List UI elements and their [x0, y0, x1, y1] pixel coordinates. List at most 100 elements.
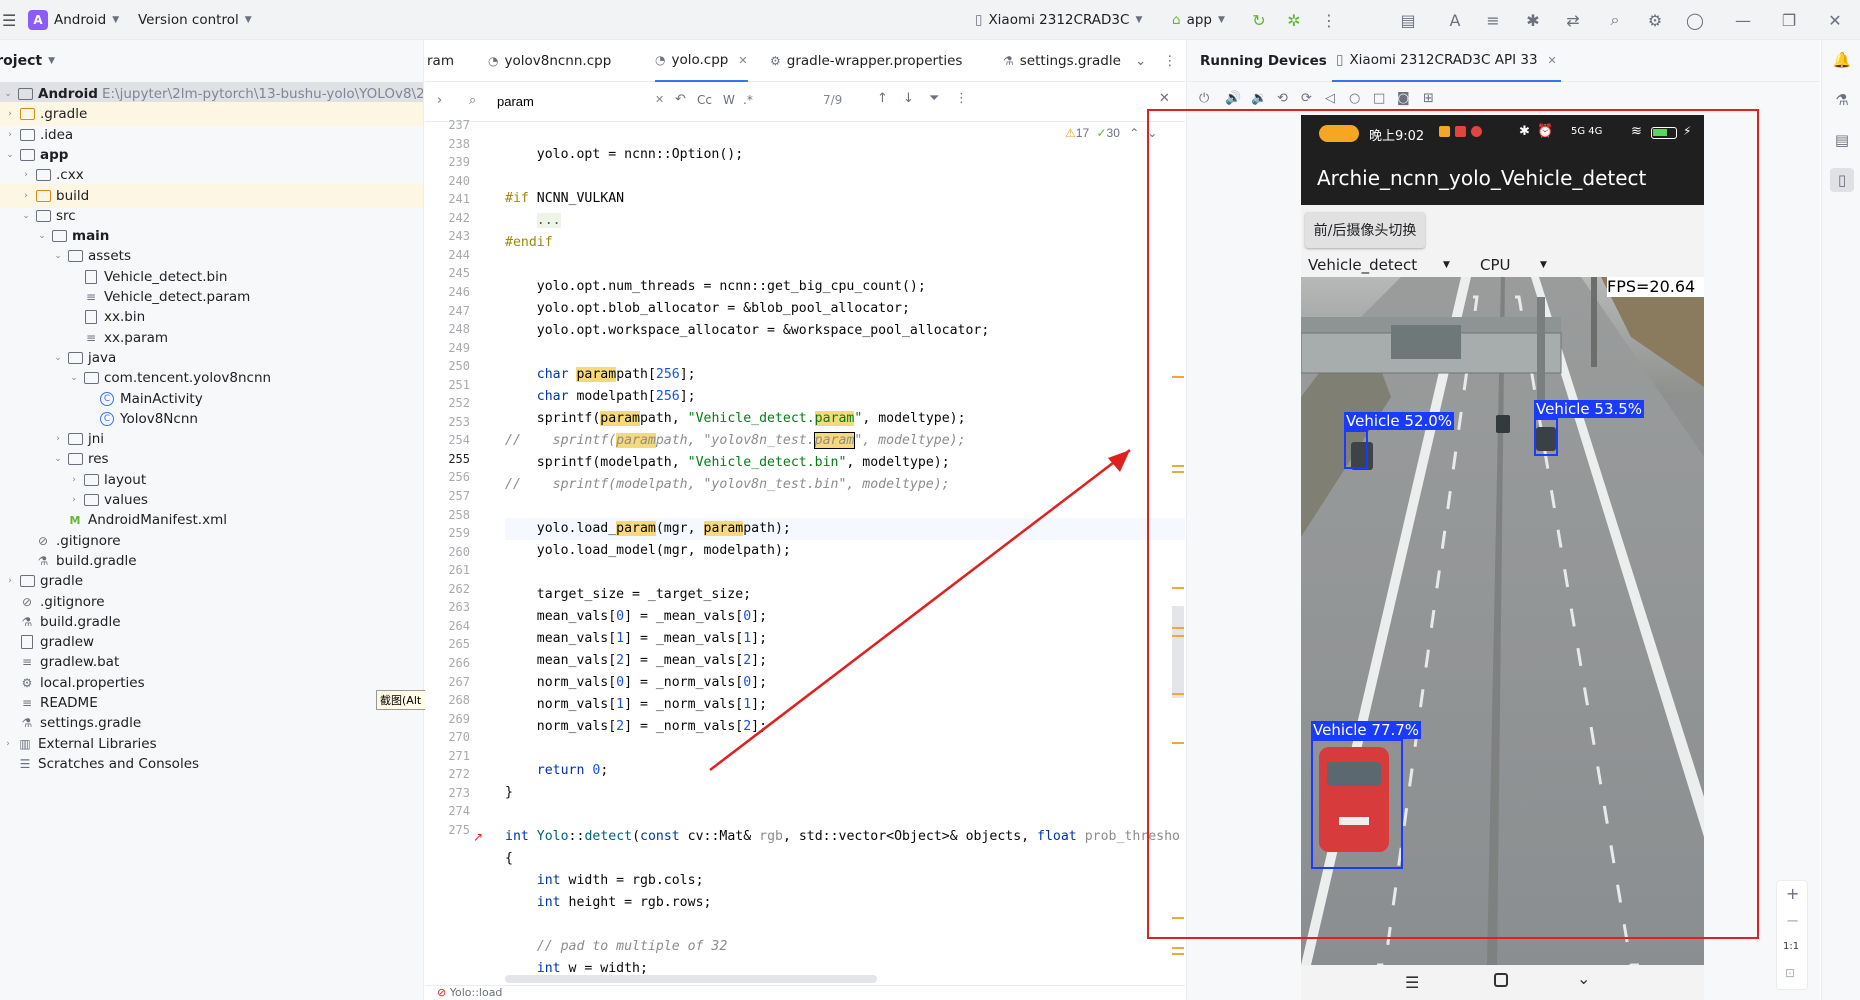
- arrow-up-icon[interactable]: ↑: [877, 91, 888, 106]
- code-line: yolo.opt.workspace_allocator = &workspac…: [505, 323, 990, 338]
- back-chevron-icon[interactable]: ⌄: [1577, 969, 1590, 988]
- vcs-widget[interactable]: Version control ▼: [138, 0, 252, 40]
- cpp-file-icon: ◔: [655, 53, 666, 67]
- home-icon[interactable]: ○: [1349, 91, 1360, 106]
- chevron-down-icon[interactable]: ⌄: [66, 373, 82, 383]
- plugin-icon[interactable]: ✱: [1521, 8, 1545, 32]
- zoom-out-icon[interactable]: −: [1786, 911, 1799, 930]
- chevron-down-icon[interactable]: ⌄: [50, 454, 66, 464]
- rotate-right-icon[interactable]: ⟳: [1301, 91, 1312, 106]
- search-icon: ⌕: [469, 93, 477, 108]
- clear-icon[interactable]: ✕: [655, 93, 664, 106]
- device-manager-icon[interactable]: ▤: [1396, 8, 1420, 32]
- run-config-name: app: [1186, 12, 1212, 28]
- tab-yolov8ncnn-cpp[interactable]: ◔ yolov8ncnn.cpp: [488, 40, 611, 82]
- chevron-down-icon[interactable]: ⌄: [0, 89, 16, 99]
- close-icon[interactable]: ✕: [1548, 54, 1557, 67]
- chevron-right-icon[interactable]: ›: [437, 93, 442, 108]
- tab-yolo-cpp[interactable]: ◔ yolo.cpp ✕: [655, 40, 748, 82]
- horizontal-scrollbar[interactable]: [505, 975, 877, 983]
- chevron-right-icon[interactable]: ›: [66, 495, 82, 505]
- close-icon[interactable]: ✕: [1159, 91, 1170, 106]
- chevron-down-icon[interactable]: ⌄: [2, 150, 18, 160]
- close-icon[interactable]: ✕: [1823, 8, 1847, 32]
- chevron-down-icon[interactable]: ⌄: [50, 353, 66, 363]
- debug-icon[interactable]: ✲: [1282, 8, 1306, 32]
- camera-icon[interactable]: ◙: [1397, 91, 1410, 106]
- override-marker-icon[interactable]: ↗: [473, 830, 483, 844]
- rerun-icon[interactable]: ↻: [1247, 8, 1271, 32]
- editor-tabs: ram ◔ yolov8ncnn.cpp ◔ yolo.cpp ✕ ⚙ gradle-w…: [425, 40, 1185, 82]
- back-icon[interactable]: ◁: [1325, 91, 1335, 106]
- minimize-icon[interactable]: —: [1731, 8, 1755, 32]
- arrow-down-icon[interactable]: ↓: [903, 91, 914, 106]
- editor-breadcrumb[interactable]: ⊘ Yolo::load: [425, 985, 1185, 1000]
- project-switcher[interactable]: A Android ▼: [28, 0, 119, 40]
- tree-item-label: app: [40, 146, 69, 163]
- rotate-left-icon[interactable]: ⟲: [1277, 91, 1288, 106]
- project-panel-header[interactable]: Project ▼: [0, 40, 423, 82]
- chevron-right-icon[interactable]: ›: [0, 739, 16, 749]
- device-tab[interactable]: ▯ Xiaomi 2312CRAD3C API 33 ✕: [1332, 40, 1561, 82]
- restore-icon[interactable]: ❐: [1777, 8, 1801, 32]
- chevron-right-icon[interactable]: ›: [50, 434, 66, 444]
- code-line: int Yolo::detect(const cv::Mat& rgb, std…: [505, 829, 1180, 844]
- account-icon[interactable]: ◯: [1683, 8, 1707, 32]
- close-icon[interactable]: ✕: [738, 54, 747, 67]
- tab-settings-gradle[interactable]: ⚗ settings.gradle: [1003, 40, 1121, 82]
- chevron-right-icon[interactable]: ›: [18, 191, 34, 201]
- gear-icon[interactable]: ⚙: [1643, 8, 1667, 32]
- tree-item-label: .gitignore: [40, 593, 105, 610]
- whole-word-toggle[interactable]: W: [723, 93, 735, 107]
- menu-icon[interactable]: ☰: [1405, 973, 1419, 992]
- more-vertical-icon[interactable]: ⋮: [955, 91, 968, 106]
- match-case-toggle[interactable]: Cc: [697, 93, 712, 107]
- filter-icon[interactable]: ⏷: [929, 91, 939, 106]
- ok-count: 30: [1106, 126, 1120, 140]
- tree-item-scratches[interactable]: ☰ Scratches and Consoles: [0, 752, 423, 776]
- device-name: Xiaomi 2312CRAD3C: [988, 12, 1130, 28]
- screen-record-icon[interactable]: ⊞: [1423, 91, 1434, 106]
- chevron-right-icon[interactable]: ›: [66, 475, 82, 485]
- history-icon[interactable]: ↶: [675, 92, 686, 107]
- tree-item-label: main: [72, 228, 110, 245]
- chevron-right-icon[interactable]: ›: [2, 576, 18, 586]
- fit-screen-icon[interactable]: ⊡: [1785, 966, 1795, 980]
- device-selector[interactable]: ▯ Xiaomi 2312CRAD3C ▼: [975, 0, 1142, 40]
- chevron-down-icon[interactable]: ⌄: [34, 231, 50, 241]
- sync-icon[interactable]: ⇄: [1561, 8, 1585, 32]
- device-file-explorer-icon[interactable]: ▤: [1830, 128, 1854, 152]
- tree-item-label: gradlew: [40, 634, 95, 651]
- search-icon[interactable]: ⌕: [1603, 8, 1627, 32]
- regex-toggle[interactable]: .*: [743, 93, 753, 107]
- main-menu-icon[interactable]: ☰: [0, 0, 16, 40]
- zoom-in-icon[interactable]: +: [1786, 884, 1799, 903]
- notifications-icon[interactable]: 🔔: [1830, 48, 1854, 72]
- chevron-down-icon[interactable]: ⌄: [18, 211, 34, 221]
- run-config-selector[interactable]: ⌂ app ▼: [1172, 0, 1225, 40]
- chevron-right-icon[interactable]: ›: [2, 130, 18, 140]
- tab-gradle-wrapper[interactable]: ⚙ gradle-wrapper.properties: [770, 40, 962, 82]
- logcat-icon[interactable]: ≡: [1481, 8, 1505, 32]
- home-icon[interactable]: [1494, 973, 1508, 987]
- more-vertical-icon[interactable]: ⋮: [1317, 8, 1341, 32]
- gradle-icon[interactable]: ⚗: [1830, 88, 1854, 112]
- overview-icon[interactable]: □: [1373, 91, 1385, 106]
- inspection-widget[interactable]: ⚠17 ✓30 ⌃ ⌄: [1065, 126, 1157, 140]
- tabs-dropdown-icon[interactable]: ⌄: [1135, 40, 1146, 82]
- chevron-right-icon[interactable]: ›: [2, 109, 18, 119]
- volume-up-icon[interactable]: 🔊: [1225, 91, 1241, 106]
- find-input[interactable]: [497, 90, 607, 112]
- zoom-controls: + − 1:1 ⊡: [1776, 880, 1808, 990]
- translate-icon[interactable]: A: [1443, 8, 1467, 32]
- tab-ram[interactable]: ram: [427, 40, 454, 82]
- zoom-actual-size[interactable]: 1:1: [1783, 941, 1799, 952]
- chevron-down-icon[interactable]: ⌄: [50, 251, 66, 261]
- volume-down-icon[interactable]: 🔉: [1251, 91, 1267, 106]
- running-devices-icon[interactable]: ▯: [1830, 168, 1854, 192]
- power-icon[interactable]: ⏻: [1199, 91, 1209, 106]
- folder-icon: [66, 451, 84, 467]
- folder-icon: [82, 472, 100, 488]
- chevron-right-icon[interactable]: ›: [18, 170, 34, 180]
- more-vertical-icon[interactable]: ⋮: [1163, 40, 1177, 82]
